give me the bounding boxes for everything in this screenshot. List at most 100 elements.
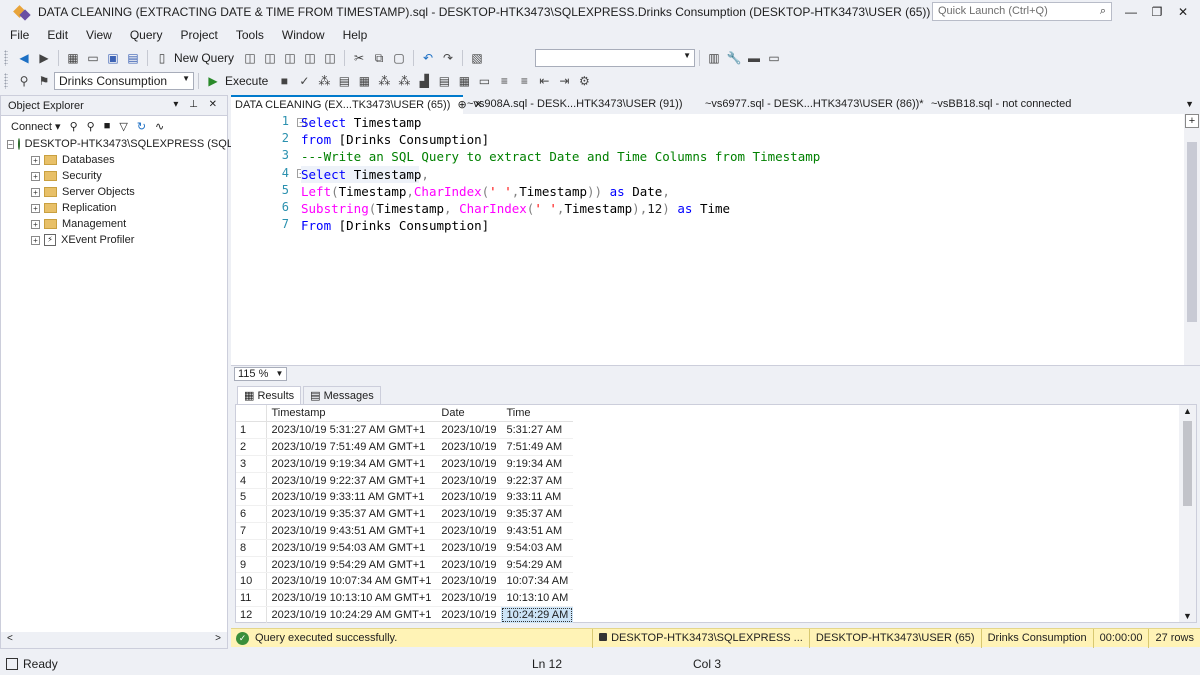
- time-cell[interactable]: 9:54:29 AM: [501, 556, 574, 574]
- new-query-button[interactable]: New Query: [174, 51, 234, 65]
- object-explorer-horizontal-scrollbar[interactable]: < >: [1, 632, 227, 648]
- dmx-query-icon[interactable]: ◫: [282, 50, 298, 66]
- activity-monitor-icon[interactable]: ▧: [469, 50, 485, 66]
- table-row[interactable]: 9 2023/10/19 9:54:29 AM GMT+1 2023/10/19 9:…: [236, 556, 574, 574]
- close-window-button[interactable]: ✕: [1170, 2, 1196, 22]
- save-icon[interactable]: ▣: [105, 50, 121, 66]
- expand-icon[interactable]: +: [31, 203, 40, 213]
- time-cell[interactable]: 10:24:29 AM: [501, 606, 574, 624]
- tab-messages[interactable]: ▤ Messages: [303, 386, 381, 404]
- date-cell[interactable]: 2023/10/19: [436, 472, 502, 490]
- quick-launch-input[interactable]: Quick Launch (Ctrl+Q) ⌕: [932, 2, 1112, 21]
- date-cell[interactable]: 2023/10/19: [436, 488, 502, 507]
- results-vertical-scrollbar[interactable]: ▲ ▼: [1179, 405, 1196, 622]
- live-query-stats-icon[interactable]: ⁂: [396, 73, 412, 89]
- table-row[interactable]: 11 2023/10/19 10:13:10 AM GMT+1 2023/10/19…: [236, 589, 574, 608]
- refresh-icon[interactable]: ↻: [137, 120, 146, 133]
- results-grid[interactable]: Timestamp Date Time 1 2023/10/19 5:31:27 …: [235, 404, 1197, 624]
- database-engine-query-icon[interactable]: ◫: [242, 50, 258, 66]
- stop-icon[interactable]: ■: [104, 120, 111, 132]
- mdx-query-icon[interactable]: ◫: [262, 50, 278, 66]
- tab-vs908a[interactable]: ~vs908A.sql - DESK...HTK3473\USER (91)): [463, 95, 701, 114]
- tree-node-replication[interactable]: + Replication: [1, 200, 227, 216]
- open-file-icon[interactable]: ▭: [85, 50, 101, 66]
- editor-vertical-scrollbar[interactable]: +: [1184, 114, 1200, 365]
- sql-editor[interactable]: 1 2 3 4 5 6 7 − − Select Timestamp from …: [231, 114, 1200, 366]
- column-header-time[interactable]: Time: [501, 405, 574, 423]
- scroll-right-icon[interactable]: >: [215, 633, 221, 644]
- connect-icon[interactable]: ⚲: [16, 73, 32, 89]
- tree-node-server[interactable]: − DESKTOP-HTK3473\SQLEXPRESS (SQL S: [1, 136, 243, 152]
- time-cell[interactable]: 9:43:51 AM: [501, 522, 574, 540]
- row-number-cell[interactable]: 7: [236, 522, 267, 540]
- column-header-date[interactable]: Date: [436, 405, 502, 423]
- dax-query-icon[interactable]: ◫: [322, 50, 338, 66]
- activity-monitor-icon[interactable]: ∿: [155, 120, 164, 133]
- menu-tools[interactable]: Tools: [226, 28, 272, 42]
- expand-icon[interactable]: +: [31, 187, 40, 197]
- scroll-up-icon[interactable]: ▲: [1183, 406, 1192, 416]
- query-options-icon[interactable]: ▤: [336, 73, 352, 89]
- increase-indent-icon[interactable]: ⇥: [556, 73, 572, 89]
- redo-icon[interactable]: ↷: [440, 50, 456, 66]
- comment-out-icon[interactable]: ≡: [496, 73, 512, 89]
- specify-template-values-icon[interactable]: ⚙: [576, 73, 592, 89]
- timestamp-cell[interactable]: 2023/10/19 10:07:34 AM GMT+1: [266, 572, 437, 591]
- timestamp-cell[interactable]: 2023/10/19 9:35:37 AM GMT+1: [266, 505, 437, 524]
- date-cell[interactable]: 2023/10/19: [436, 455, 502, 473]
- table-row[interactable]: 4 2023/10/19 9:22:37 AM GMT+1 2023/10/19 9:…: [236, 472, 574, 490]
- execute-button[interactable]: Execute: [225, 74, 268, 88]
- cut-icon[interactable]: ✂: [351, 50, 367, 66]
- parse-checkmark-icon[interactable]: ✓: [296, 73, 312, 89]
- intellisense-icon[interactable]: ▦: [356, 73, 372, 89]
- time-cell[interactable]: 9:22:37 AM: [501, 472, 574, 490]
- available-databases-select[interactable]: Drinks Consumption ▼: [54, 71, 194, 90]
- change-connection-icon[interactable]: ⚑: [36, 73, 52, 89]
- panel-pin-close-controls[interactable]: ▾ ⊥ ✕: [173, 99, 221, 110]
- tree-node-management[interactable]: + Management: [1, 216, 227, 232]
- toolbar-grip[interactable]: [4, 49, 8, 66]
- row-number-cell[interactable]: 9: [236, 556, 267, 574]
- window-layout-icon[interactable]: ▭: [766, 50, 782, 66]
- tab-data-cleaning[interactable]: DATA CLEANING (EX...TK3473\USER (65)) ⊕ …: [231, 95, 483, 114]
- table-row[interactable]: 10 2023/10/19 10:07:34 AM GMT+1 2023/10/19…: [236, 572, 574, 591]
- results-to-file-icon[interactable]: ▭: [476, 73, 492, 89]
- timestamp-cell[interactable]: 2023/10/19 7:51:49 AM GMT+1: [266, 438, 437, 456]
- menu-help[interactable]: Help: [333, 28, 376, 42]
- date-cell[interactable]: 2023/10/19: [436, 606, 502, 624]
- toolbox-icon[interactable]: ▬: [746, 50, 762, 66]
- split-editor-icon[interactable]: +: [1185, 114, 1199, 128]
- connect-plug-icon[interactable]: ⚲: [70, 120, 78, 133]
- time-cell[interactable]: 10:13:10 AM: [501, 589, 574, 608]
- tree-node-xevent-profiler[interactable]: + ⚡ XEvent Profiler: [1, 232, 227, 248]
- scroll-left-icon[interactable]: <: [7, 633, 13, 644]
- menu-view[interactable]: View: [76, 28, 120, 42]
- row-number-cell[interactable]: 5: [236, 488, 267, 507]
- row-number-cell[interactable]: 3: [236, 455, 267, 473]
- scroll-thumb[interactable]: [1183, 421, 1192, 506]
- scroll-thumb[interactable]: [1187, 142, 1197, 322]
- table-row[interactable]: 6 2023/10/19 9:35:37 AM GMT+1 2023/10/19 9:…: [236, 505, 574, 524]
- tree-node-databases[interactable]: + Databases: [1, 152, 227, 168]
- table-row[interactable]: 1 2023/10/19 5:31:27 AM GMT+1 2023/10/19 5:…: [236, 421, 574, 440]
- properties-icon[interactable]: ▥: [706, 50, 722, 66]
- disconnect-icon[interactable]: ⚲: [87, 120, 95, 133]
- time-cell[interactable]: 9:19:34 AM: [501, 455, 574, 473]
- scroll-down-icon[interactable]: ▼: [1183, 611, 1192, 621]
- collapse-icon[interactable]: −: [7, 139, 14, 149]
- table-row[interactable]: 12 2023/10/19 10:24:29 AM GMT+1 2023/10/19…: [236, 606, 574, 624]
- timestamp-cell[interactable]: 2023/10/19 9:43:51 AM GMT+1: [266, 522, 437, 540]
- tab-vs6977[interactable]: ~vs6977.sql - DESK...HTK3473\USER (86))*: [701, 95, 927, 114]
- time-cell[interactable]: 10:07:34 AM: [501, 572, 574, 591]
- toolbar-grip[interactable]: [4, 72, 8, 89]
- timestamp-cell[interactable]: 2023/10/19 9:54:03 AM GMT+1: [266, 539, 437, 557]
- row-number-cell[interactable]: 6: [236, 505, 267, 524]
- save-all-icon[interactable]: ▤: [125, 50, 141, 66]
- menu-edit[interactable]: Edit: [37, 28, 76, 42]
- date-cell[interactable]: 2023/10/19: [436, 505, 502, 524]
- table-row[interactable]: 5 2023/10/19 9:33:11 AM GMT+1 2023/10/19 9:…: [236, 488, 574, 507]
- menu-file[interactable]: File: [0, 28, 37, 42]
- results-to-grid-icon[interactable]: ▦: [456, 73, 472, 89]
- row-number-cell[interactable]: 4: [236, 472, 267, 490]
- forward-icon[interactable]: ▶: [36, 50, 52, 66]
